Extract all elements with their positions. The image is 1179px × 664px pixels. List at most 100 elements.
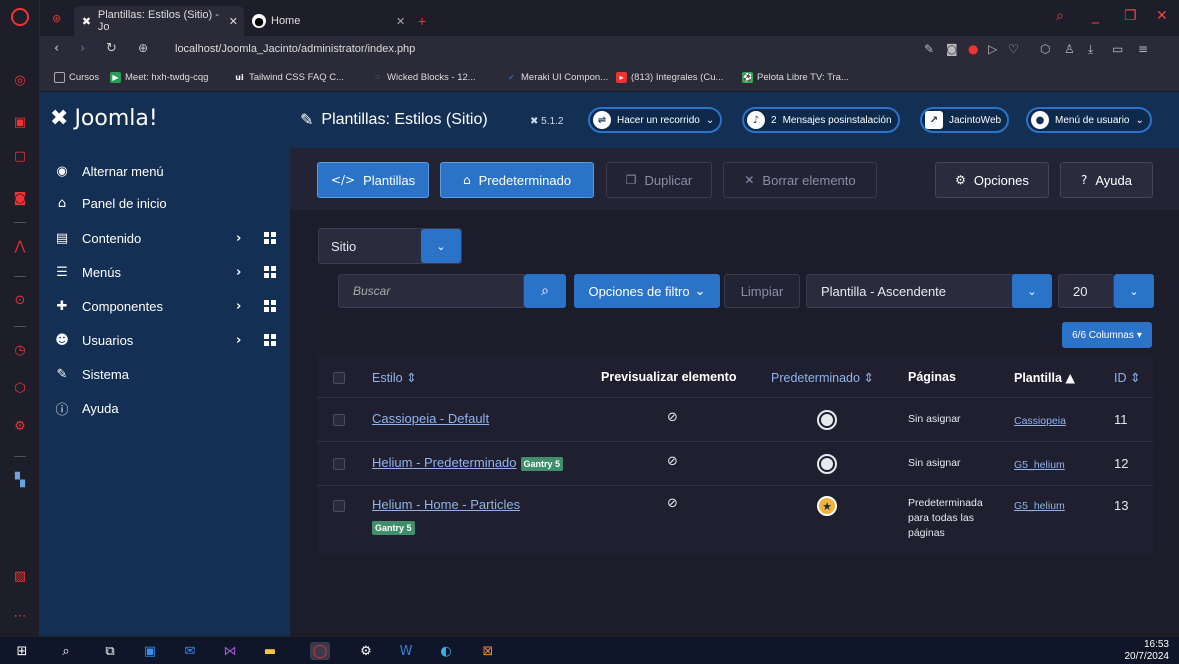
row-checkbox[interactable] [333,500,345,512]
chevron-down-icon[interactable]: ⌄ [1012,274,1052,308]
sidebar-item-toggle-menu[interactable]: ◉ Alternar menú [40,156,290,186]
column-header-template[interactable]: Plantilla ▲ [1014,370,1075,385]
post-install-messages-button[interactable]: ♪ 2 Mensajes posinstalación [742,107,900,133]
bookmark-meet[interactable]: ▶ Meet: hxh-twdg-cqg [110,72,208,83]
maximize-icon[interactable]: ❐ [1124,8,1137,24]
set-default-radio[interactable] [817,410,837,430]
edit-icon[interactable]: ✎ [924,42,934,56]
dashboard-grid-icon[interactable] [264,334,276,346]
sidebar-item-menus[interactable]: ☰ Menús › [40,257,290,287]
templates-button[interactable]: </> Plantillas [317,162,429,198]
clear-button[interactable]: Limpiar [724,274,800,308]
chevron-right-icon[interactable]: › [236,299,241,314]
shield-icon[interactable]: ● [968,42,978,56]
task-view-icon[interactable]: ⧉ [100,642,120,660]
file-explorer-icon[interactable]: ▬ [260,642,280,660]
download-icon[interactable]: ⤓ [1088,42,1093,57]
filter-options-button[interactable]: Opciones de filtro ⌄ [574,274,720,308]
xampp-icon[interactable]: ⊠ [478,642,498,660]
columns-button[interactable]: 6/6 Columnas ▾ [1062,322,1152,348]
heart-icon[interactable]: ♡ [1008,42,1019,56]
row-checkbox[interactable] [333,458,345,470]
mail-icon[interactable]: ✉ [180,642,200,660]
new-tab-icon[interactable]: + [418,13,426,29]
tab-home[interactable]: ● Home ✕ + [246,6,436,36]
bookmark-cursos[interactable]: Cursos [54,72,99,83]
column-header-style[interactable]: Estilo ⇕ [372,370,417,385]
template-link[interactable]: G5_helium [1014,459,1065,471]
player-icon[interactable]: ⊙ [10,290,30,310]
options-button[interactable]: ⚙ Opciones [935,162,1049,198]
site-info-icon[interactable]: ⊕ [138,41,148,55]
duplicate-button[interactable]: ❐ Duplicar [606,162,712,198]
sidebar-item-content[interactable]: ▤ Contenido › [40,223,290,253]
forward-icon[interactable]: › [80,41,85,56]
template-link[interactable]: Cassiopeia [1014,415,1066,427]
column-header-default[interactable]: Predeterminado ⇕ [771,370,874,385]
more-icon[interactable]: ⋯ [10,606,30,626]
url-field[interactable]: localhost/Joomla_Jacinto/administrator/i… [175,43,415,55]
messenger-icon[interactable]: ▢ [10,146,30,166]
sidebar-item-system[interactable]: ✎ Sistema [40,359,290,389]
bookmark-meraki[interactable]: ✓ Meraki UI Compon... [506,72,608,83]
close-tab-icon[interactable]: ✕ [229,15,238,28]
chevron-right-icon[interactable]: › [236,333,241,348]
bookmark-tailwind[interactable]: ui Tailwind CSS FAQ C... [234,72,344,83]
bookmark-pelota-libre[interactable]: ⚽ Pelota Libre TV: Tra... [742,72,849,83]
cube-icon[interactable]: ⬡ [10,378,30,398]
row-checkbox[interactable] [333,414,345,426]
joomla-logo[interactable]: ✖ Joomla! [50,106,158,131]
settings-icon[interactable]: ⚙ [10,416,30,436]
close-window-icon[interactable]: ✕ [1156,8,1168,24]
settings-icon[interactable]: ⚙ [356,642,376,660]
dashboard-grid-icon[interactable] [264,232,276,244]
select-all-checkbox[interactable] [333,372,345,384]
chevron-down-icon[interactable]: ⌄ [421,229,461,263]
search-icon[interactable]: ⌕ [56,642,76,660]
bookmark-wicked-blocks[interactable]: ⁘ Wicked Blocks - 12... [372,72,476,83]
gallery-icon[interactable]: ▨ [10,566,30,586]
edge-icon[interactable]: ◐ [436,642,456,660]
delete-button[interactable]: ✕ Borrar elemento [723,162,877,198]
client-select[interactable]: Sitio ⌄ [318,228,462,264]
style-link[interactable]: Cassiopeia - Default [372,411,489,426]
camera-icon[interactable]: ◙ [946,42,958,56]
windows-start-icon[interactable]: ⊞ [12,642,32,660]
guided-tour-button[interactable]: ⇌ Hacer un recorrido ⌄ [588,107,723,133]
send-icon[interactable]: ▷ [988,42,997,56]
style-link[interactable]: Helium - Home - Particles [372,497,520,512]
sidebar-item-components[interactable]: ✚ Componentes › [40,291,290,321]
workspace-icon[interactable]: ⊛ [52,12,61,25]
template-link[interactable]: G5_helium [1014,500,1065,512]
close-tab-icon[interactable]: ✕ [396,15,405,28]
back-icon[interactable]: ‹ [54,41,59,56]
opera-logo-icon[interactable] [11,8,29,26]
column-header-id[interactable]: ID ⇕ [1114,370,1140,385]
shopping-bag-icon[interactable]: ▣ [10,112,30,132]
history-icon[interactable]: ◷ [10,340,30,360]
profile-icon[interactable]: ♙ [1064,42,1075,56]
limit-select[interactable]: 20 [1058,274,1114,308]
help-button[interactable]: ? Ayuda [1060,162,1153,198]
search-tabs-icon[interactable]: ⌕ [1056,8,1064,24]
sidebar-item-dashboard[interactable]: ⌂ Panel de inicio [40,188,290,218]
style-link[interactable]: Helium - Predeterminado [372,455,517,470]
extension-icon[interactable]: ⬡ [1040,42,1050,56]
search-button[interactable]: ⌕ [524,274,566,308]
word-icon[interactable]: W [396,642,416,660]
opera-taskbar-icon[interactable]: ◯ [310,642,330,660]
search-input[interactable] [338,274,524,308]
instagram-icon[interactable]: ◙ [10,188,30,208]
visual-studio-icon[interactable]: ⋈ [220,642,240,660]
set-default-radio[interactable] [817,454,837,474]
dashboard-grid-icon[interactable] [264,300,276,312]
reload-icon[interactable]: ↻ [106,41,117,56]
minimize-icon[interactable]: _ [1092,8,1099,24]
store-icon[interactable]: ▣ [140,642,160,660]
battery-icon[interactable]: ▭ [1112,42,1123,56]
chevron-right-icon[interactable]: › [236,231,241,246]
tab-templates[interactable]: ✖ Plantillas: Estilos (Sitio) - Jo ✕ [74,6,244,36]
sidebar-item-help[interactable]: ⓘ Ayuda [40,393,290,423]
chevron-down-icon[interactable]: ⌄ [1114,274,1154,308]
chevron-right-icon[interactable]: › [236,265,241,280]
